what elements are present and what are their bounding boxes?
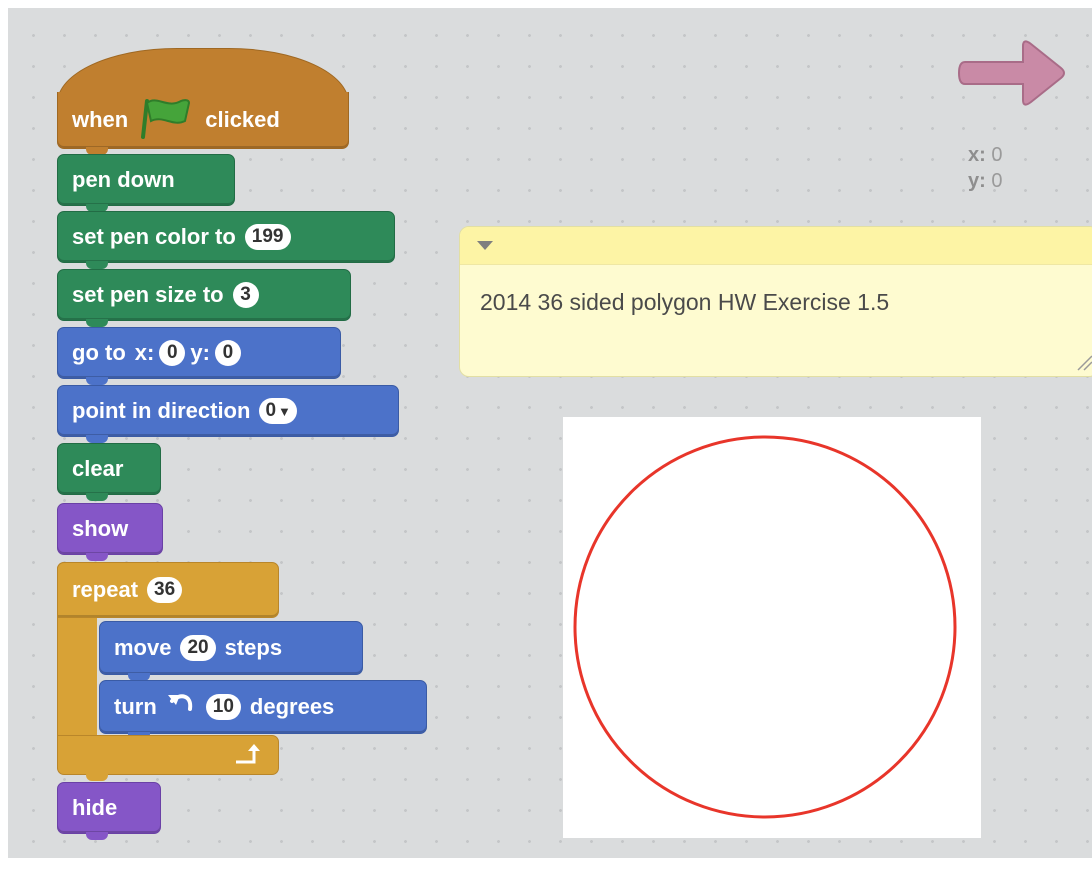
sprite-x-label: x: [968,144,986,166]
sprite-y-coord: y: 0 [968,170,1002,193]
comment-note[interactable]: 2014 36 sided polygon HW Exercise 1.5 [459,226,1092,377]
point-in-direction-block[interactable]: point in direction 0 ▼ [57,385,399,443]
turn-degrees-input[interactable]: 10 [205,694,241,720]
point-in-direction-label: point in direction [72,398,251,423]
move-label: move [114,635,172,660]
comment-header[interactable] [460,227,1092,265]
when-flag-clicked-block[interactable]: when clicked [57,92,349,155]
go-to-x-input[interactable]: 0 [159,340,186,366]
turn-left-icon [166,691,196,723]
go-to-xy-block[interactable]: go to x: 0 y: 0 [57,327,341,385]
green-flag-icon [137,95,193,145]
resize-grip-icon[interactable] [1074,352,1092,372]
repeat-block[interactable]: repeat 36 [57,562,279,618]
turn-left-block[interactable]: turn 10 degrees [99,680,427,740]
loop-arrow-icon [234,742,262,773]
repeat-block-bottom [57,735,279,781]
sprite-x-value: 0 [991,144,1003,166]
go-to-y-input[interactable]: 0 [214,340,241,366]
go-to-label: go to [72,340,126,365]
hide-block[interactable]: hide [57,782,161,840]
stage-canvas[interactable] [563,417,981,838]
steps-label: steps [224,635,283,660]
clear-block[interactable]: clear [57,443,161,501]
turn-label: turn [114,694,157,719]
go-to-x-label: x: [134,340,155,365]
pen-size-input[interactable]: 3 [232,282,259,308]
show-block[interactable]: show [57,503,163,561]
direction-dropdown[interactable]: 0 ▼ [259,398,297,424]
set-pen-size-block[interactable]: set pen size to 3 [57,269,351,327]
repeat-label: repeat [72,577,139,602]
clear-label: clear [72,456,124,481]
move-steps-block[interactable]: move 20 steps [99,621,363,681]
set-pen-color-label: set pen color to [72,224,236,249]
direction-value: 0 [265,400,277,421]
pen-color-input[interactable]: 199 [244,224,291,250]
move-steps-input[interactable]: 20 [180,635,216,661]
sprite-y-label: y: [968,170,986,192]
set-pen-color-block[interactable]: set pen color to 199 [57,211,395,269]
hide-label: hide [72,795,118,820]
sprite-x-coord: x: 0 [968,144,1002,167]
collapse-triangle-icon[interactable] [477,241,493,250]
set-pen-size-label: set pen size to [72,282,224,307]
dropdown-arrow-icon: ▼ [278,403,291,419]
sprite-arrow-icon[interactable] [955,24,1092,119]
comment-text[interactable]: 2014 36 sided polygon HW Exercise 1.5 [480,289,889,316]
degrees-label: degrees [249,694,335,719]
go-to-y-label: y: [190,340,210,365]
repeat-count-input[interactable]: 36 [147,577,183,603]
sprite-y-value: 0 [991,170,1003,192]
show-label: show [72,516,129,541]
drawn-circle [573,435,957,819]
when-label: when [72,107,129,132]
clicked-label: clicked [205,107,280,132]
pen-down-block[interactable]: pen down [57,154,235,212]
pen-down-label: pen down [72,167,175,192]
